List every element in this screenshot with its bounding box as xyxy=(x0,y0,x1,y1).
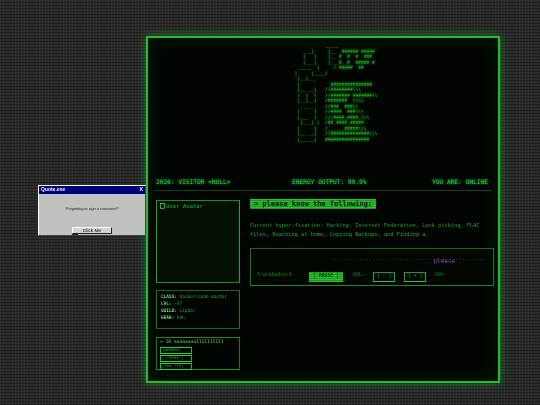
hyper-fixation-text: Current hyper-fixation: Hacking, Interne… xyxy=(250,223,480,238)
track-radio-label: TrackRadio:9 xyxy=(257,273,292,278)
ascii-art-logo: _____ ___| |__ ###### ##### | | |__ # # … xyxy=(294,44,378,143)
stat-guild: GUILD: cipher xyxy=(161,309,196,314)
stats-panel: CLASS: hacker/code master LVL: -47 GUILD… xyxy=(156,290,240,329)
visitor-status: 2026: VISITOR <NULL> xyxy=(156,179,231,186)
volume-up-button[interactable]: [ + ] xyxy=(404,272,427,282)
divider xyxy=(154,190,492,191)
avatar-alt-text: User Avatar xyxy=(166,204,204,210)
click-me-button[interactable]: Click Me xyxy=(72,227,112,234)
close-icon[interactable]: X xyxy=(139,186,143,194)
online-status: YOU ARE: ONLINE xyxy=(432,179,488,186)
status-bar: 2026: VISITOR <NULL> ENERGY OUTPUT: 99.9… xyxy=(156,179,488,189)
quote-popup-window: Quote.exe X "Forgetting to sign a commen… xyxy=(38,185,146,236)
energy-output: ENERGY OUTPUT: 99.9% xyxy=(292,179,367,186)
pause-button[interactable]: [ PAUSE ] xyxy=(309,272,343,282)
popup-title: Quote.exe xyxy=(41,187,66,193)
popup-message: "Forgetting to sign a comment?" xyxy=(65,207,119,211)
log-button-answers[interactable]: [ANSWERS] xyxy=(160,347,192,354)
section-heading: > please know the following: xyxy=(250,199,377,209)
broken-image-icon xyxy=(160,203,165,209)
log-panel: > 18 aaaaaaaa1111111111 [ANSWERS] [ CIPH… xyxy=(156,337,240,370)
popup-titlebar[interactable]: Quote.exe X xyxy=(39,186,145,194)
stat-class: CLASS: hacker/code master xyxy=(161,295,228,300)
log-line: > 18 aaaaaaaa1111111111 xyxy=(160,340,224,345)
terminal-window: _____ ___| |__ ###### ##### | | |__ # # … xyxy=(146,36,500,383)
volume-down-button[interactable]: [ - ] xyxy=(373,272,396,282)
music-player: ........................................… xyxy=(250,248,494,286)
log-button-tooltip[interactable]: [TOOL TIP] xyxy=(160,363,192,370)
marquee-text: ....please... xyxy=(419,258,466,265)
stat-lvl: LVL: -47 xyxy=(161,302,183,307)
stat-gear: GEAR: hhh xyxy=(161,316,185,321)
avatar: User Avatar xyxy=(156,200,240,283)
volume-level: 50% xyxy=(435,273,444,278)
volume-label: VOL: xyxy=(353,273,365,278)
log-button-cipher[interactable]: [ CIPHER ] xyxy=(160,355,192,362)
popup-underline xyxy=(72,234,78,235)
marquee-area: ........................................… xyxy=(255,253,489,265)
avatar-broken-image: User Avatar xyxy=(160,203,203,210)
